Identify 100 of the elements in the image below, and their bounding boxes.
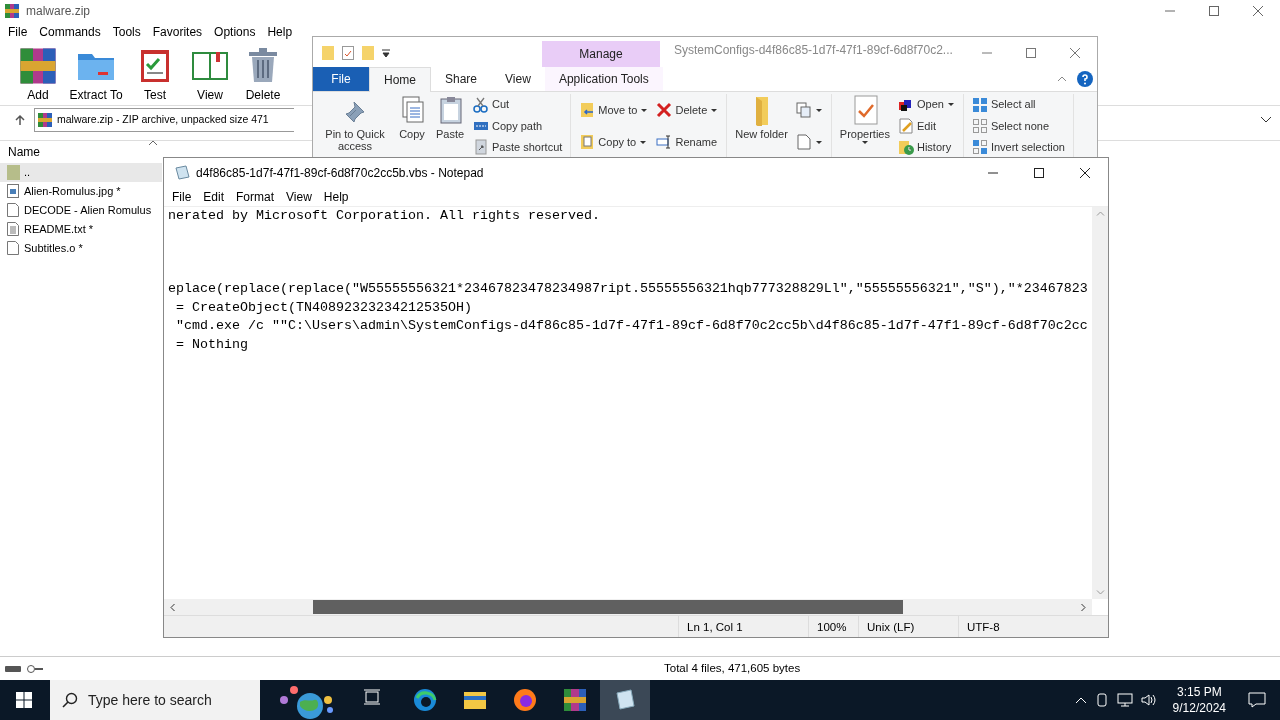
code-line: nerated by Microsoft Corporation. All rights reserved.: [168, 207, 601, 225]
ribbon-button[interactable]: Properties: [836, 94, 893, 147]
clock[interactable]: 3:15 PM 9/12/2024: [1164, 684, 1234, 716]
dropdown-icon[interactable]: [381, 48, 391, 58]
chevron-up-icon[interactable]: [1074, 696, 1087, 704]
toolbar-button[interactable]: Delete: [236, 46, 290, 105]
menu-item[interactable]: Edit: [197, 187, 231, 206]
windows-icon[interactable]: [16, 692, 32, 708]
ribbon-button[interactable]: History: [895, 137, 958, 157]
archive-icon: [563, 688, 587, 712]
code-line: = Nothing: [175, 335, 249, 354]
copy-to-icon: [579, 134, 596, 150]
scissors-icon: [473, 96, 489, 113]
menu-item[interactable]: File: [166, 187, 198, 206]
copy-icon: [795, 102, 812, 118]
file-name: Alien-Romulus.jpg *: [24, 184, 121, 200]
device-icon[interactable]: [1094, 693, 1109, 707]
ribbon-button[interactable]: Invert selection: [968, 137, 1068, 157]
up-arrow-icon[interactable]: [14, 114, 26, 126]
menu-item[interactable]: View: [280, 187, 318, 206]
address-field[interactable]: malware.zip - ZIP archive, unpacked size 471: [34, 108, 294, 132]
search-field[interactable]: Type here to search: [50, 680, 260, 720]
file-icon: [6, 240, 21, 257]
scroll-left-icon[interactable]: [170, 602, 175, 612]
menu-item[interactable]: Help: [317, 187, 355, 206]
grid-icon: [971, 139, 988, 156]
sort-caret-icon: [148, 140, 158, 146]
ribbon-button[interactable]: New folder: [732, 94, 791, 140]
file-row[interactable]: README.txt *: [0, 220, 162, 239]
close-icon[interactable]: [1079, 166, 1091, 179]
ribbon-button[interactable]: Paste: [432, 94, 468, 140]
ribbon-button[interactable]: Cut: [470, 94, 566, 115]
volume-icon[interactable]: [1140, 693, 1157, 707]
drive-icon: [4, 663, 44, 674]
ribbon-button[interactable]: Copy path: [470, 116, 566, 136]
ribbon-button[interactable]: Rename: [653, 132, 722, 152]
ribbon-button[interactable]: Copy: [394, 94, 430, 140]
clock-time: 3:15 PM: [1176, 684, 1222, 700]
status-text: Total 4 files, 471,605 bytes: [664, 660, 801, 676]
file-row[interactable]: Subtitles.o *: [0, 239, 162, 258]
toolbar-button[interactable]: Extract To: [66, 46, 126, 105]
ribbon-tab[interactable]: Home: [369, 67, 431, 92]
document-icon: [795, 134, 812, 150]
menu-item[interactable]: Tools: [106, 23, 147, 41]
menu-item[interactable]: File: [2, 23, 34, 41]
ribbon-tab[interactable]: Share: [431, 67, 492, 91]
network-icon[interactable]: [1116, 693, 1133, 707]
window-title: malware.zip: [26, 3, 91, 20]
ribbon-tab[interactable]: File: [313, 67, 369, 91]
menu-item[interactable]: Commands: [33, 23, 107, 41]
menu-item[interactable]: Format: [230, 187, 281, 206]
scroll-thumb[interactable]: [313, 600, 903, 614]
ribbon-button[interactable]: Copy to: [576, 132, 652, 152]
ribbon-button[interactable]: Delete: [653, 100, 722, 120]
clock-date: 9/12/2024: [1172, 700, 1226, 716]
ribbon-button[interactable]: Select none: [968, 116, 1068, 136]
menu-item[interactable]: Options: [208, 23, 262, 41]
file-name: README.txt *: [24, 222, 94, 238]
move-icon: [579, 102, 596, 118]
fox-icon: [513, 688, 537, 712]
ribbon-button[interactable]: Paste shortcut: [470, 137, 566, 157]
grid-icon: [971, 118, 988, 134]
maximize-icon[interactable]: [1033, 166, 1045, 179]
help-icon[interactable]: [1077, 71, 1093, 87]
archive-icon: [37, 112, 53, 128]
ribbon-button[interactable]: Edit: [895, 116, 958, 136]
notepad-icon: [613, 688, 637, 712]
menu-item[interactable]: Help: [261, 23, 299, 41]
file-name: Subtitles.o *: [24, 241, 83, 257]
ribbon-button[interactable]: Open: [895, 94, 958, 115]
rename-icon: [656, 134, 673, 150]
scroll-right-icon[interactable]: [1081, 602, 1086, 612]
toolbar-button[interactable]: Test: [126, 46, 184, 105]
toolbar-button[interactable]: View: [184, 46, 236, 105]
ribbon-tab[interactable]: Application Tools: [544, 67, 663, 91]
status-text: Unix (LF): [858, 616, 958, 637]
file-row[interactable]: Alien-Romulus.jpg *: [0, 182, 162, 201]
text-file-icon: [6, 221, 21, 238]
file-row[interactable]: ..: [0, 163, 162, 182]
column-header[interactable]: Name: [0, 141, 160, 163]
taskbar-button[interactable]: [600, 680, 650, 720]
menu-item[interactable]: Favorites: [146, 23, 209, 41]
archive-icon: [18, 46, 58, 86]
ribbon-button[interactable]: Pin to Quick access: [318, 94, 392, 152]
window-title: SystemConfigs-d4f86c85-1d7f-47f1-89cf-6d8f70c2...: [673, 42, 953, 59]
ribbon-button[interactable]: Select all: [968, 94, 1068, 115]
address-text: malware.zip - ZIP archive, unpacked size 471: [57, 112, 269, 128]
notification-icon[interactable]: [1248, 692, 1266, 708]
toolbar-button[interactable]: Add: [10, 46, 66, 105]
browser-icon: [413, 688, 437, 712]
ribbon-button[interactable]: Move to: [576, 100, 652, 120]
collapse-icon[interactable]: [1057, 76, 1067, 82]
image-file-icon: [6, 183, 21, 200]
file-name: ..: [24, 165, 31, 181]
ribbon-tab[interactable]: View: [491, 67, 545, 91]
chevron-down-icon[interactable]: [1260, 116, 1272, 124]
edit-icon: [898, 118, 914, 134]
file-row[interactable]: DECODE - Alien Romulus: [0, 201, 162, 220]
window-title: d4f86c85-1d7f-47f1-89cf-6d8f70c2cc5b.vbs - Notepad: [196, 164, 484, 182]
properties-icon[interactable]: [341, 45, 355, 61]
